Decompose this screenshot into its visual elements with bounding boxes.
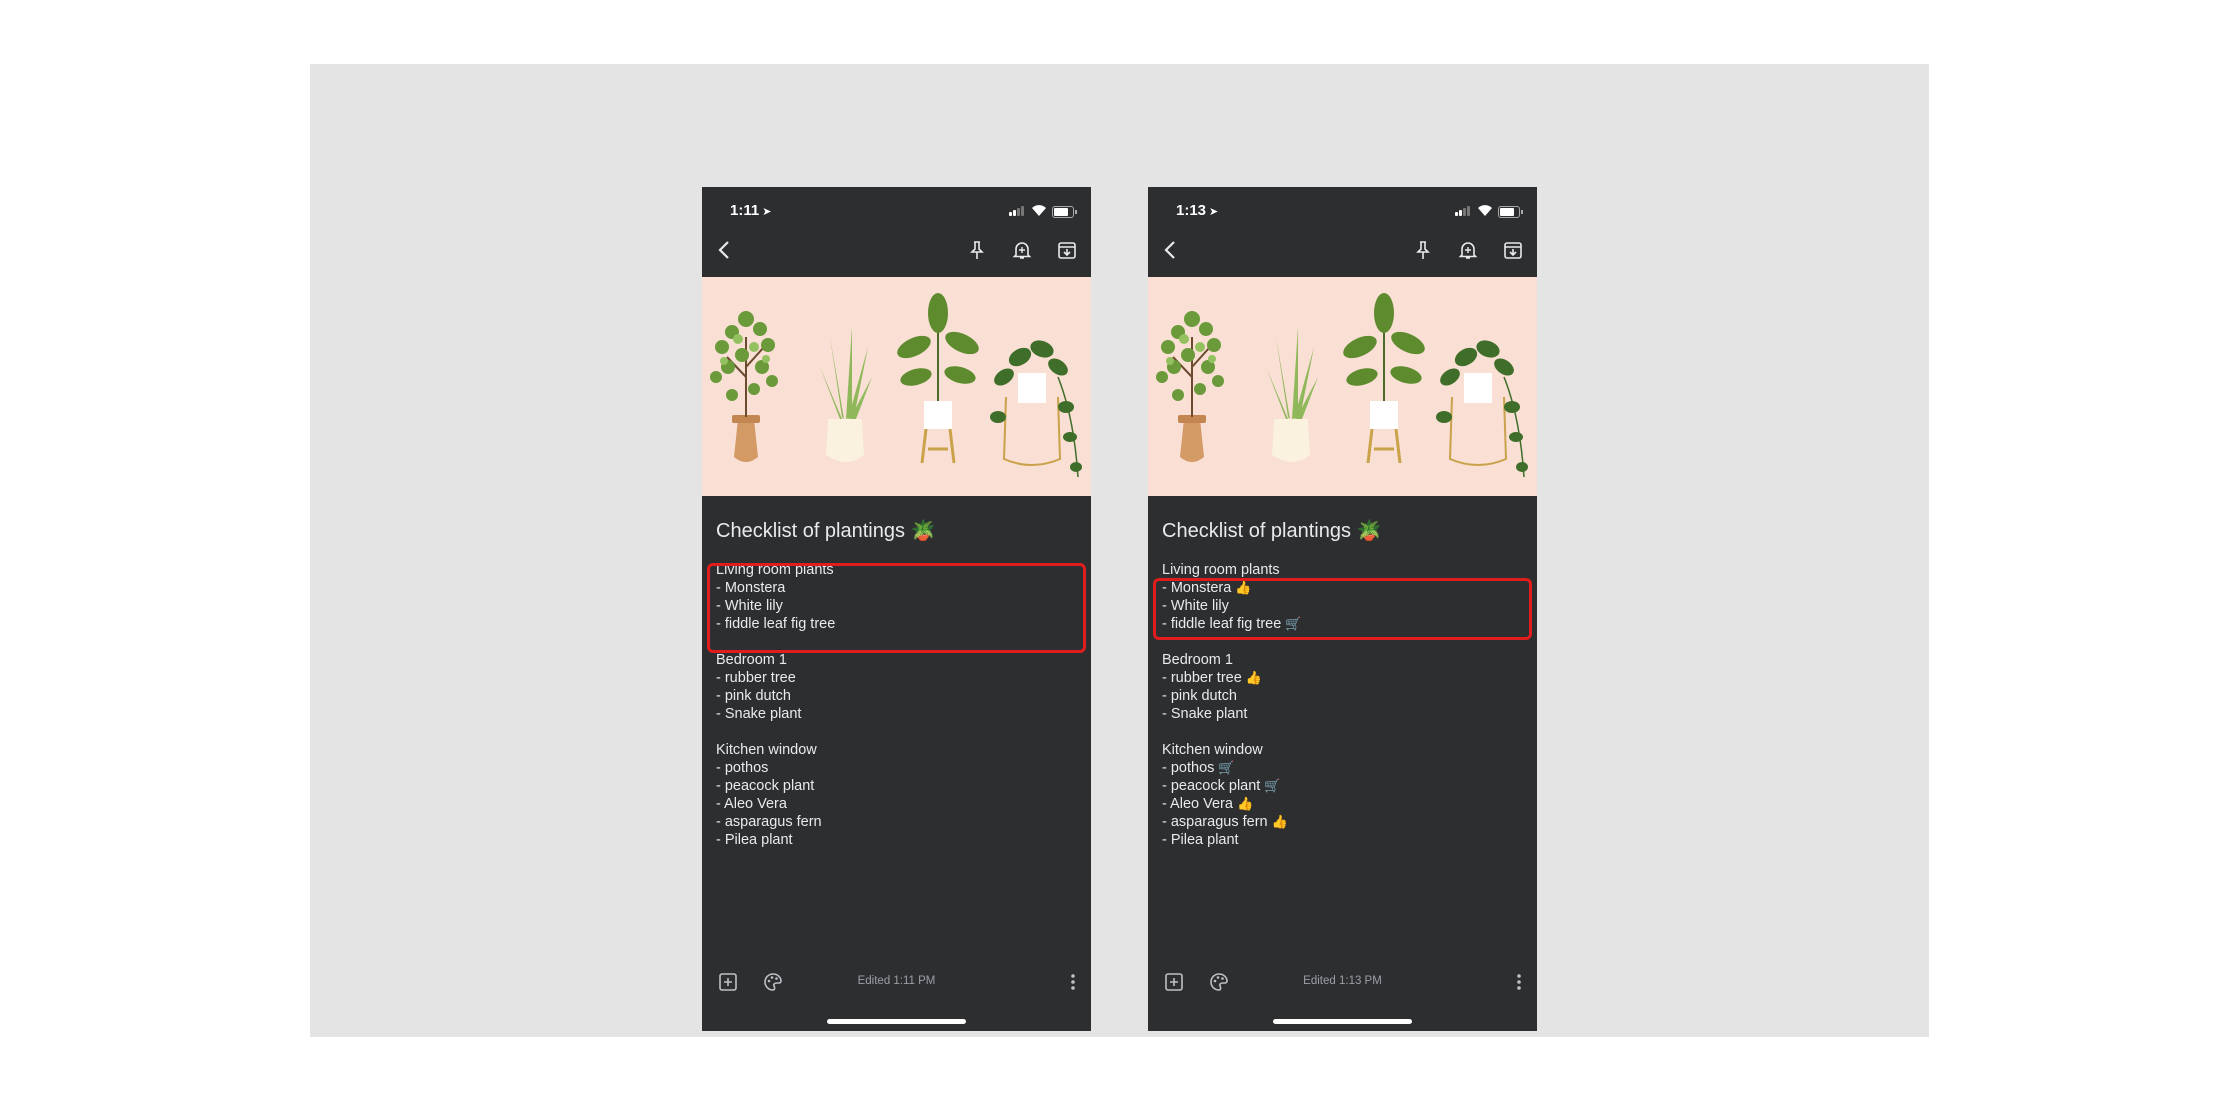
list-item: - Pilea plant [1162, 832, 1239, 848]
list-item: - Snake plant [716, 706, 802, 722]
thumbs-up-emoji: 👍 [1245, 670, 1262, 685]
list-item: - asparagus fern [716, 814, 822, 830]
phone-screen-before: 1:11 ➤ Checklist of plantings 🪴 Living r… [702, 187, 1091, 1031]
status-bar: 1:13 ➤ [1148, 199, 1537, 221]
thumbs-up-emoji: 👍 [1236, 796, 1254, 811]
edited-timestamp: Edited 1:11 PM [857, 975, 936, 987]
plant-header-image [1148, 277, 1537, 496]
list-item: - Snake plant [1162, 706, 1248, 722]
battery-icon [1498, 206, 1523, 218]
pin-icon[interactable] [966, 239, 988, 261]
section-heading: Kitchen window [1162, 742, 1263, 758]
highlight-box [707, 563, 1086, 653]
reminder-bell-icon[interactable] [1457, 239, 1479, 261]
battery-icon [1052, 206, 1077, 218]
pin-icon[interactable] [1412, 239, 1434, 261]
list-item: - pink dutch [716, 688, 791, 704]
status-time: 1:13 ➤ [1176, 202, 1219, 219]
location-arrow-icon: ➤ [762, 206, 772, 218]
plant-illustration [702, 277, 1091, 496]
home-indicator[interactable] [1273, 1019, 1412, 1024]
more-vert-icon[interactable] [1515, 971, 1523, 993]
plant-header-image [702, 277, 1091, 496]
list-item: - rubber tree 👍 [1162, 670, 1262, 686]
archive-icon[interactable] [1502, 239, 1524, 261]
potted-plant-emoji: 🪴 [910, 520, 936, 542]
list-item: - Aleo Vera [716, 796, 787, 812]
location-arrow-icon: ➤ [1209, 206, 1219, 218]
section-heading: Bedroom 1 [1162, 652, 1233, 668]
list-item: - pothos 🛒 [1162, 760, 1235, 776]
status-time: 1:11 ➤ [730, 202, 772, 219]
signal-icon [1455, 206, 1471, 216]
edited-timestamp: Edited 1:13 PM [1303, 975, 1382, 987]
back-arrow-icon[interactable] [1160, 239, 1182, 261]
bottom-bar: Edited 1:13 PM [1148, 967, 1537, 997]
list-item: - rubber tree [716, 670, 796, 686]
potted-plant-emoji: 🪴 [1356, 520, 1382, 542]
status-bar: 1:11 ➤ [702, 199, 1091, 221]
list-item: - pink dutch [1162, 688, 1237, 704]
archive-icon[interactable] [1056, 239, 1078, 261]
note-toolbar [702, 231, 1091, 271]
comparison-panel: 1:11 ➤ Checklist of plantings 🪴 Living r… [310, 64, 1929, 1037]
note-toolbar [1148, 231, 1537, 271]
highlight-box [1153, 578, 1532, 640]
list-item: - peacock plant 🛒 [1162, 778, 1281, 794]
shopping-cart-emoji: 🛒 [1218, 760, 1235, 775]
home-indicator[interactable] [827, 1019, 966, 1024]
thumbs-up-emoji: 👍 [1271, 814, 1288, 829]
signal-icon [1009, 206, 1025, 216]
list-item: - pothos [716, 760, 769, 776]
shopping-cart-emoji: 🛒 [1264, 778, 1281, 793]
list-item: - Aleo Vera 👍 [1162, 796, 1254, 812]
section-heading: Kitchen window [716, 742, 817, 758]
more-vert-icon[interactable] [1069, 971, 1077, 993]
note-title[interactable]: Checklist of plantings 🪴 [716, 518, 935, 543]
back-arrow-icon[interactable] [714, 239, 736, 261]
section-heading: Living room plants [1162, 562, 1280, 578]
list-item: - Pilea plant [716, 832, 793, 848]
list-item: - asparagus fern 👍 [1162, 814, 1288, 830]
wifi-icon [1478, 205, 1492, 216]
note-title[interactable]: Checklist of plantings 🪴 [1162, 518, 1381, 543]
list-item: - peacock plant [716, 778, 815, 794]
plant-illustration [1148, 277, 1537, 496]
phone-screen-after: 1:13 ➤ Checklist of plantings 🪴 Living r… [1148, 187, 1537, 1031]
wifi-icon [1032, 205, 1046, 216]
bottom-bar: Edited 1:11 PM [702, 967, 1091, 997]
reminder-bell-icon[interactable] [1011, 239, 1033, 261]
section-heading: Bedroom 1 [716, 652, 787, 668]
